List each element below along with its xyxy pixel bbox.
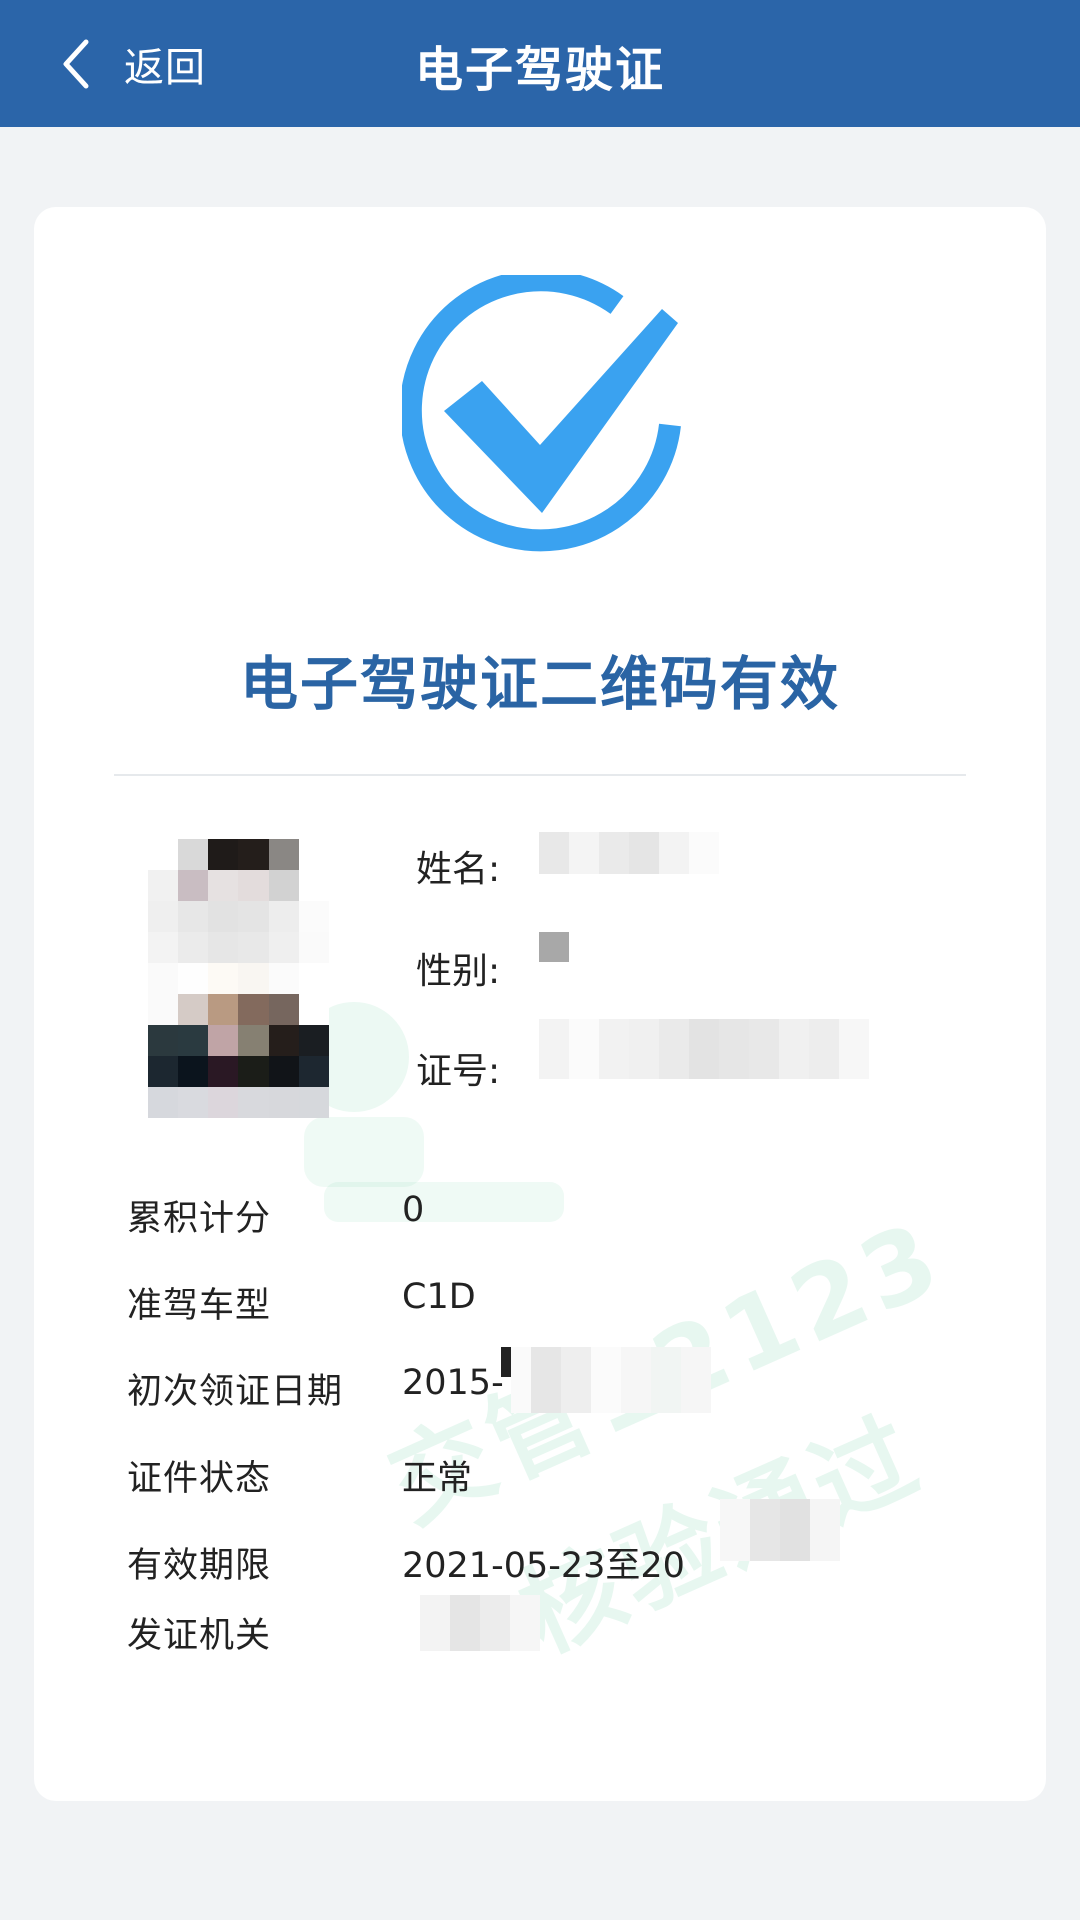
validity-title: 电子驾驶证二维码有效	[239, 650, 840, 718]
validity-label: 有效期限	[127, 1546, 272, 1586]
watermark-line2: 核验通过	[494, 1375, 940, 1680]
points-value: 0	[402, 1190, 425, 1230]
id-value-redacted	[539, 1019, 869, 1079]
first-issue-redacted	[501, 1347, 731, 1413]
points-label: 累积计分	[127, 1199, 272, 1239]
authority-value-redacted	[420, 1595, 540, 1651]
validity-value: 2021-05-23至20	[402, 1546, 685, 1586]
check-circle-icon	[402, 275, 681, 552]
first-issue-label: 初次领证日期	[127, 1372, 344, 1412]
gender-label: 性别:	[416, 951, 501, 992]
license-class-label: 准驾车型	[127, 1286, 272, 1326]
status-label: 证件状态	[127, 1459, 272, 1499]
name-label: 姓名:	[416, 849, 501, 890]
status-value: 正常	[402, 1459, 473, 1499]
license-card: 电子驾驶证二维码有效 交管12123 核验通过 姓名: 性别: 证号: 累积计分…	[34, 207, 1046, 1801]
name-value-redacted	[539, 832, 719, 874]
gender-value-redacted	[539, 932, 569, 962]
avatar	[148, 839, 329, 1118]
page-title: 电子驾驶证	[414, 42, 665, 98]
first-issue-value: 2015-	[402, 1363, 504, 1403]
id-label: 证号:	[416, 1051, 501, 1092]
divider	[114, 774, 966, 776]
validity-redacted	[720, 1499, 840, 1561]
top-nav-bar: 返回 电子驾驶证	[0, 0, 1080, 127]
authority-label: 发证机关	[127, 1616, 272, 1656]
license-class-value: C1D	[402, 1277, 476, 1317]
